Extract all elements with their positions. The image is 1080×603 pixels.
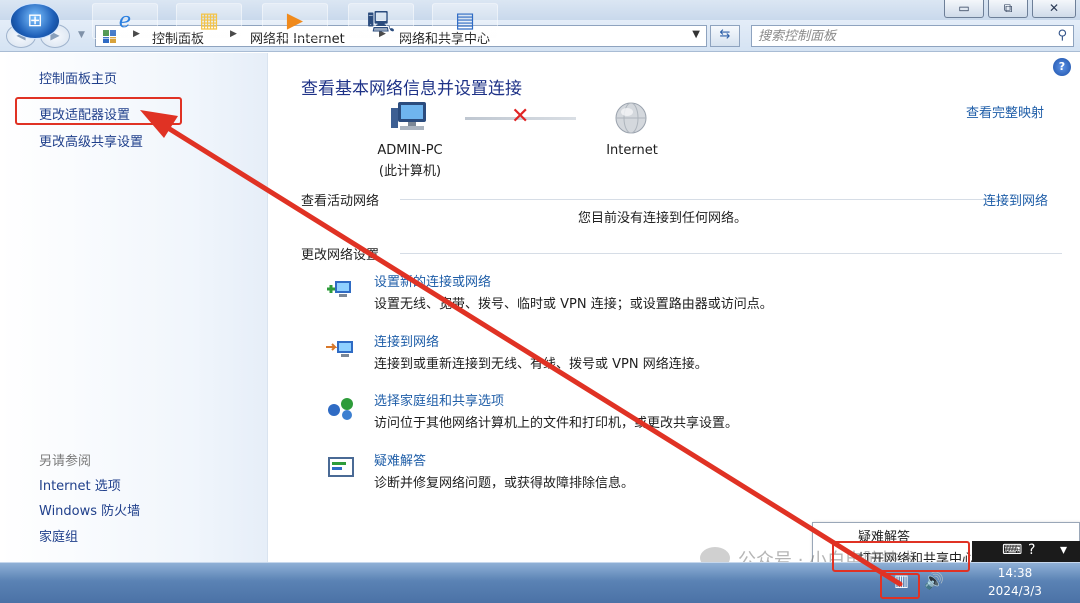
annotation-arrow (140, 110, 903, 587)
